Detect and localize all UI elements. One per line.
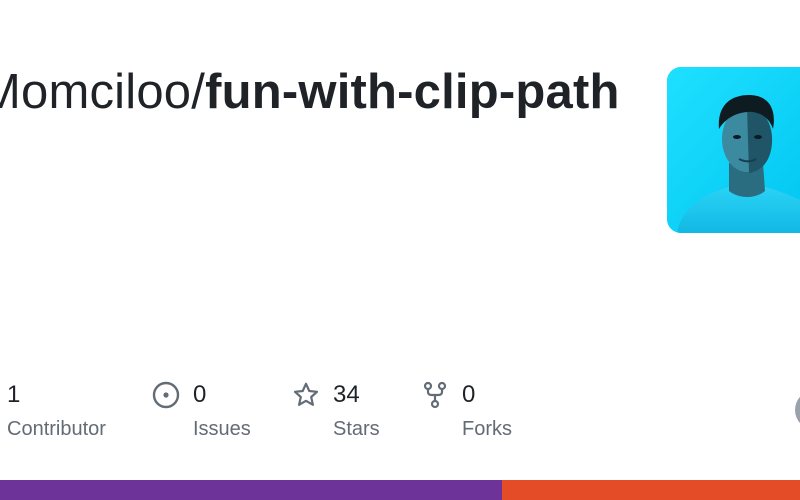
issues-label: Issues [193,418,251,440]
forks-label: Forks [462,418,512,440]
language-bar [0,480,800,500]
repo-forked-icon [421,381,449,409]
issues-count: 0 [193,381,207,408]
contributors-label: Contributor [7,418,106,440]
repo-stats: 1 Contributor 0 Issues 34 Stars 0 Forks [0,378,800,458]
forks-count: 0 [462,381,476,408]
repo-owner[interactable]: Momciloo/ [0,65,205,119]
avatar [667,67,800,233]
stars-count: 34 [333,381,360,408]
language-bar-segment [501,480,800,500]
contributors-count: 1 [7,381,21,408]
repo-title[interactable]: Momciloo/fun-with-clip-path [0,62,620,122]
repo-name[interactable]: fun-with-clip-path [205,65,620,119]
issue-opened-icon [152,381,180,409]
star-icon [292,381,320,409]
language-bar-segment [0,480,502,500]
stars-label: Stars [333,418,380,440]
avatar-portrait [667,67,800,233]
